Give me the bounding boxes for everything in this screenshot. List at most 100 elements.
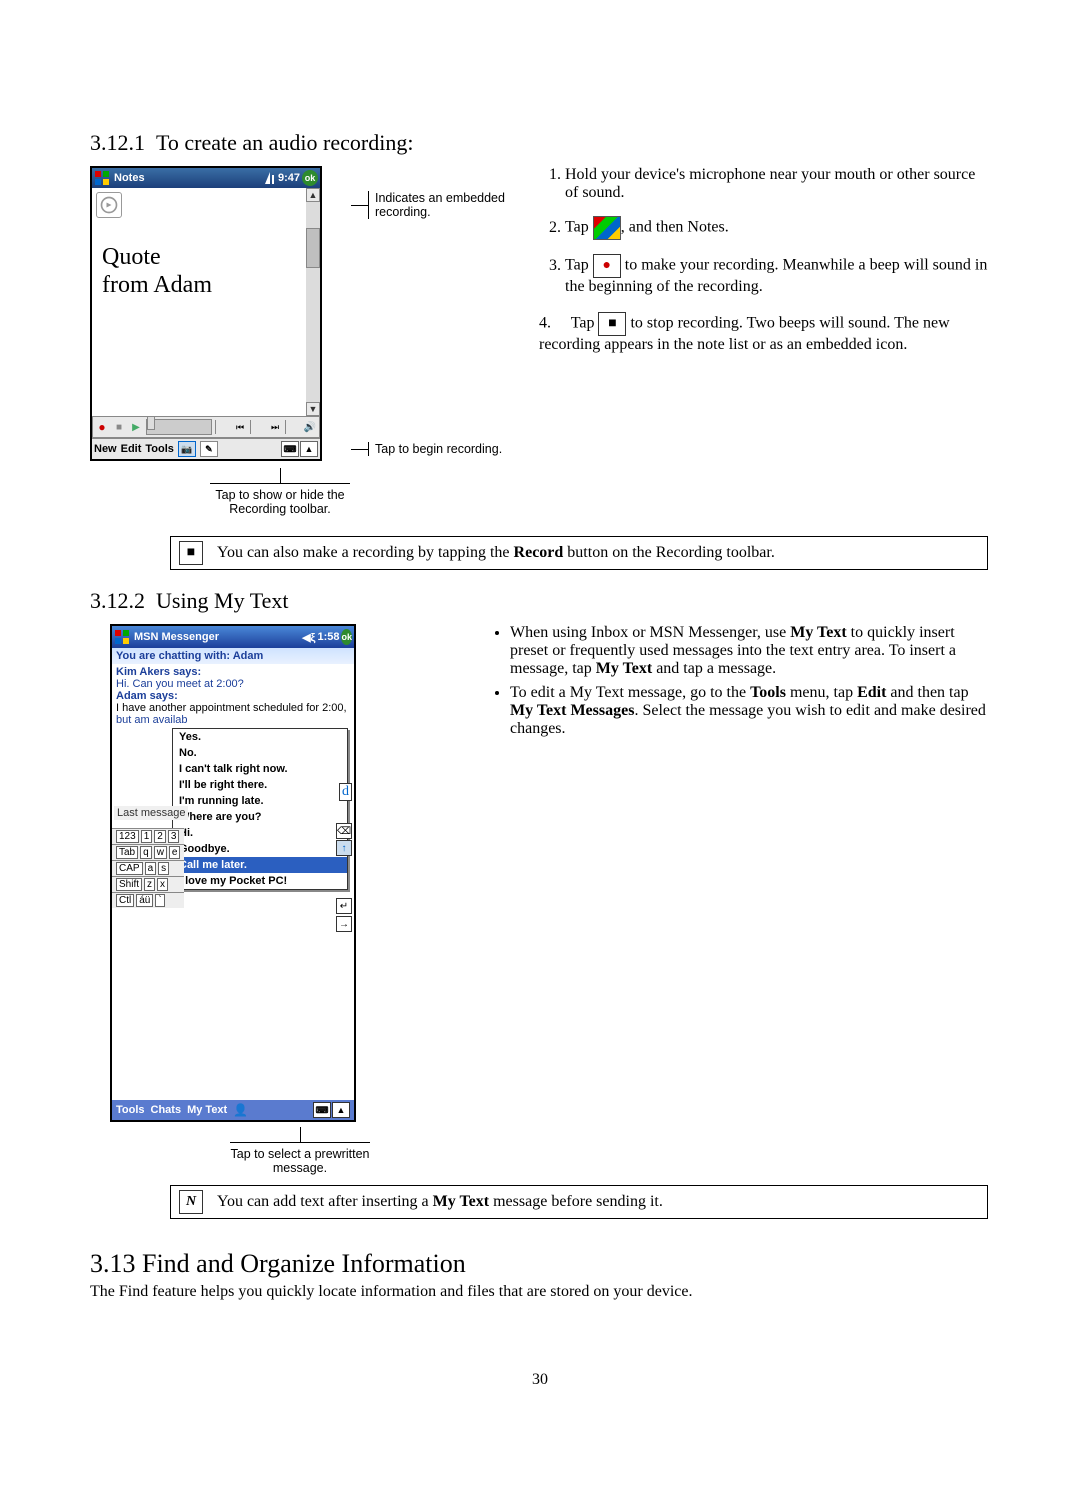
kb-row[interactable]: 123 1 2 3 <box>112 828 184 844</box>
audio-steps-list: Hold your device's microphone near your … <box>535 166 990 296</box>
heading-title: Using My Text <box>156 588 289 613</box>
scroll-up-button[interactable]: ▲ <box>306 188 320 202</box>
my-text-bullets: When using Inbox or MSN Messenger, use M… <box>470 624 990 738</box>
kb-row[interactable]: CAP a s <box>112 860 184 876</box>
heading-3-13: 3.13 Find and Organize Information <box>90 1249 990 1279</box>
start-menu-icon[interactable] <box>94 170 110 186</box>
kb-key[interactable]: q <box>140 846 152 859</box>
sip-keyboard-icon[interactable]: ⌨ <box>313 1102 331 1118</box>
kb-key[interactable]: w <box>154 846 167 859</box>
bt: To edit a My Text message, go to the <box>510 684 750 701</box>
clock-time: 1:58 <box>317 631 339 643</box>
kb-key[interactable]: 123 <box>116 830 139 843</box>
my-text-popup: Yes. No. I can't talk right now. I'll be… <box>172 728 348 890</box>
start-menu-icon <box>593 216 621 240</box>
mytext-option[interactable]: Where are you? <box>173 809 347 825</box>
clock-time: 9:47 <box>278 172 300 184</box>
enter-key-icon[interactable]: ↵ <box>336 898 352 914</box>
kb-key[interactable]: e <box>169 846 181 859</box>
menu-edit[interactable]: Edit <box>121 443 142 455</box>
notes-titlebar: Notes 9:47 ok <box>92 168 320 188</box>
backspace-icon[interactable]: ⌫ <box>336 823 352 839</box>
play-button[interactable]: ▶ <box>129 420 143 434</box>
mytext-option[interactable]: Hi. <box>173 825 347 841</box>
menu-chats[interactable]: Chats <box>151 1104 182 1116</box>
start-menu-icon[interactable] <box>114 629 130 645</box>
kb-key[interactable]: a <box>145 862 157 875</box>
chat-name-kim: Kim Akers says: <box>116 666 350 678</box>
kb-key[interactable]: Tab <box>116 846 138 859</box>
mytext-option[interactable]: I'm running late. <box>173 793 347 809</box>
ok-button[interactable]: ok <box>341 629 352 645</box>
msn-menubar: Tools Chats My Text 👤 ⌨ ▲ <box>112 1100 354 1120</box>
notes-canvas[interactable]: ▲ ▼ Quote from Adam <box>92 188 320 416</box>
embedded-recording-icon[interactable] <box>96 192 122 218</box>
kb-row[interactable]: Ctl áü ` <box>112 892 184 908</box>
mytext-option[interactable]: Yes. <box>173 729 347 745</box>
menu-tools[interactable]: Tools <box>145 443 174 455</box>
skip-forward-button[interactable]: ⏭ <box>268 420 282 434</box>
toolbar-camera-icon[interactable]: 📷 <box>178 441 196 457</box>
callout-embedded-recording: Indicates an embedded recording. <box>368 191 515 219</box>
signal-icon <box>262 170 278 186</box>
sip-up-arrow[interactable]: ▲ <box>332 1102 350 1118</box>
step-4-text-a: Tap <box>571 315 595 332</box>
msn-buddy-icon[interactable]: 👤 <box>233 1103 248 1117</box>
toolbar-separator <box>285 420 300 434</box>
sip-up-arrow[interactable]: ▲ <box>300 441 318 457</box>
kb-key[interactable]: áü <box>136 894 153 907</box>
mytext-option-highlighted[interactable]: Call me later. <box>173 857 347 873</box>
step-2-text-a: Tap <box>565 219 589 236</box>
progress-slider[interactable] <box>146 419 212 435</box>
bullet-1: When using Inbox or MSN Messenger, use M… <box>510 624 990 678</box>
kb-row[interactable]: Shift z x <box>112 876 184 892</box>
kb-key[interactable]: z <box>144 878 155 891</box>
arrow-right-icon[interactable]: → <box>336 916 352 932</box>
kb-key[interactable]: ` <box>155 894 164 907</box>
kb-key[interactable]: 1 <box>141 830 153 843</box>
bold: My Text <box>790 624 846 641</box>
kb-row[interactable]: Tab q w e <box>112 844 184 860</box>
kb-key[interactable]: 2 <box>154 830 166 843</box>
heading-number: 3.12.1 <box>90 130 145 155</box>
mytext-option[interactable]: Goodbye. <box>173 841 347 857</box>
kb-key[interactable]: x <box>157 878 168 891</box>
kb-key[interactable]: 3 <box>168 830 180 843</box>
bold: Edit <box>857 684 886 701</box>
step-4: 4. Tap ■ to stop recording. Two beeps wi… <box>539 312 990 354</box>
tip-stop-icon: ■ <box>179 541 203 565</box>
app-title: Notes <box>114 172 145 184</box>
volume-button[interactable]: 🔊 <box>303 420 317 434</box>
menu-new[interactable]: New <box>94 443 117 455</box>
menu-tools[interactable]: Tools <box>116 1104 145 1116</box>
right-key-icon[interactable]: ↑ <box>336 840 352 856</box>
scrollbar-thumb[interactable] <box>306 228 320 268</box>
mytext-option[interactable]: I can't talk right now. <box>173 761 347 777</box>
kb-key[interactable]: s <box>158 862 169 875</box>
stop-button[interactable]: ■ <box>112 420 126 434</box>
heading-title: Find and Organize Information <box>142 1249 466 1278</box>
mytext-option[interactable]: I'll be right there. <box>173 777 347 793</box>
kb-key[interactable]: Ctl <box>116 894 134 907</box>
chat-line-kim: Hi. Can you meet at 2:00? <box>116 678 350 690</box>
skip-back-button[interactable]: ⏮ <box>233 420 247 434</box>
recording-toolbar: ● ■ ▶ ⏮ ⏭ 🔊 <box>92 416 320 438</box>
handwriting-line-1: Quote <box>102 244 302 270</box>
heading-number: 3.12.2 <box>90 588 145 613</box>
kb-key[interactable]: Shift <box>116 878 142 891</box>
menu-my-text[interactable]: My Text <box>187 1104 227 1116</box>
tip-box-mytext: N You can add text after inserting a My … <box>170 1185 988 1219</box>
ok-button[interactable]: ok <box>302 170 318 186</box>
tip-text: You can add text after inserting a My Te… <box>217 1193 663 1211</box>
sip-keyboard-icon[interactable]: ⌨ <box>281 441 299 457</box>
mytext-option[interactable]: I love my Pocket PC! <box>173 873 347 889</box>
toolbar-pen-icon[interactable]: ✎ <box>200 441 218 457</box>
msn-messenger-screenshot: MSN Messenger ◀ξ 1:58 ok You are chattin… <box>110 624 356 1122</box>
record-button[interactable]: ● <box>95 420 109 434</box>
page-number: 30 <box>90 1371 990 1389</box>
scroll-down-button[interactable]: ▼ <box>306 402 320 416</box>
mytext-option[interactable]: No. <box>173 745 347 761</box>
kb-key[interactable]: CAP <box>116 862 143 875</box>
bold: My Text <box>596 660 652 677</box>
heading-3-12-1: 3.12.1 To create an audio recording: <box>90 130 990 156</box>
